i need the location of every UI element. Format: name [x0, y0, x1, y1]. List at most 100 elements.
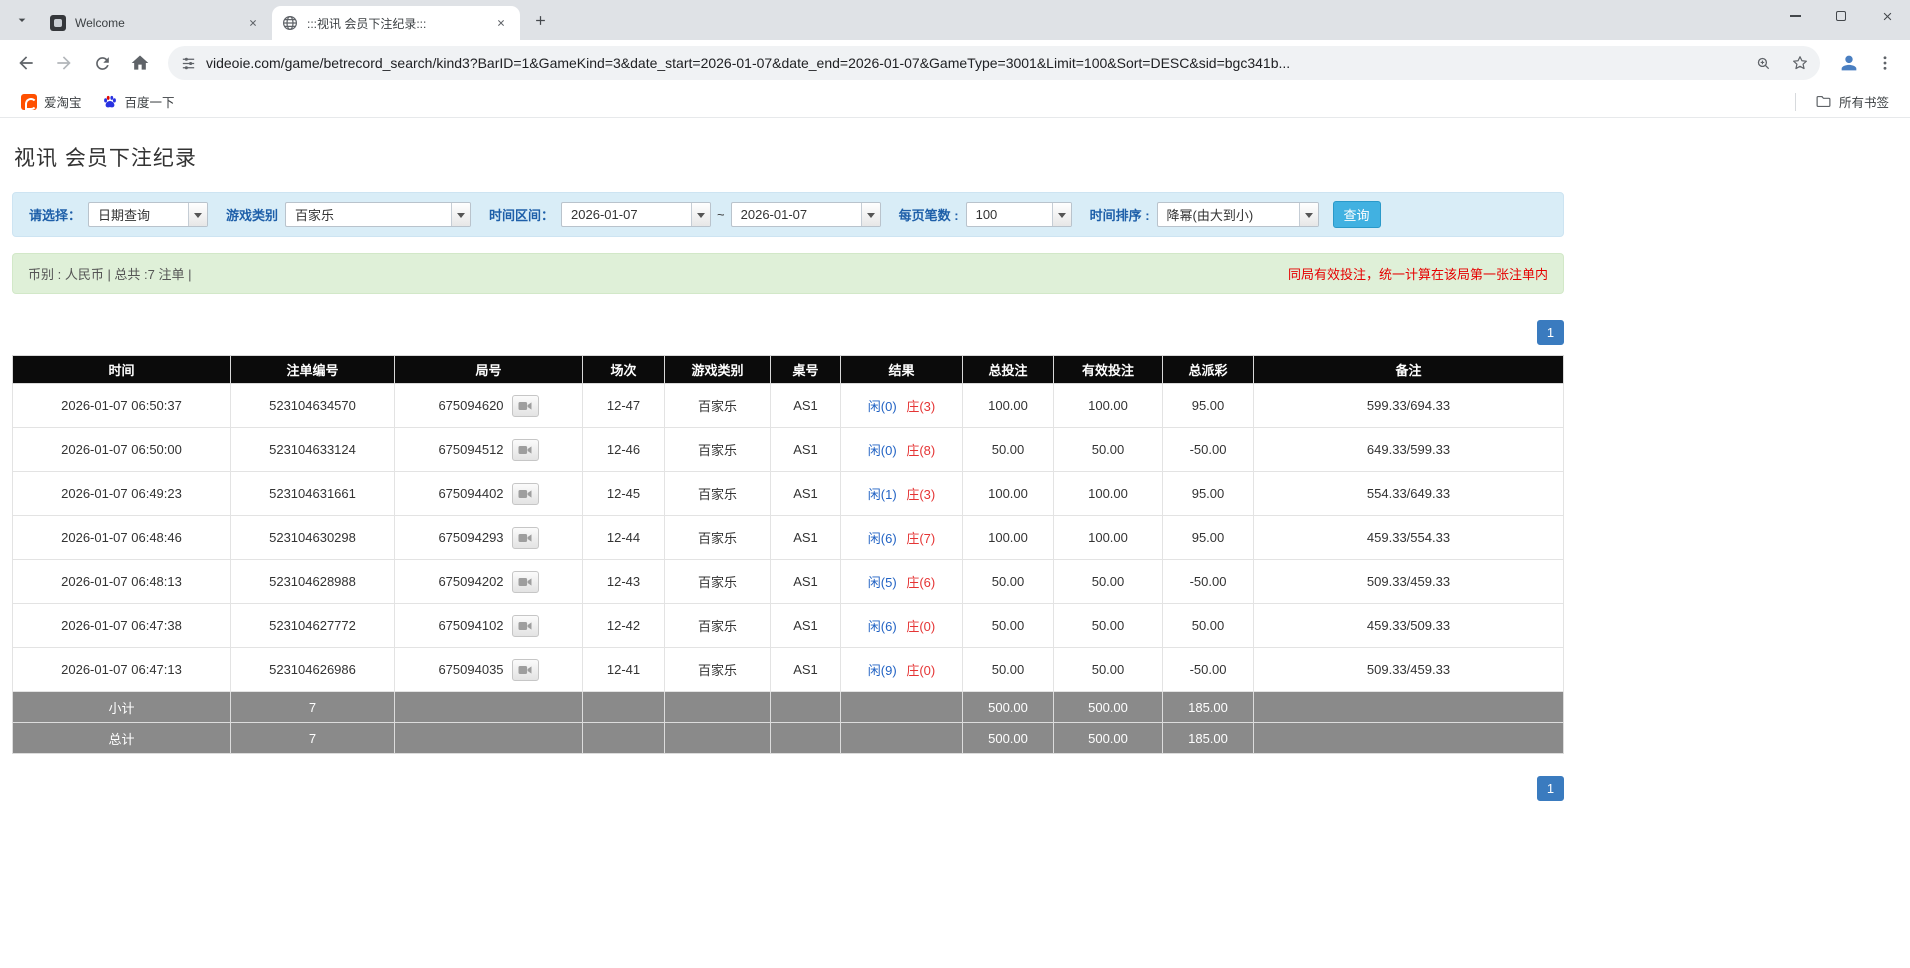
sort-combobox[interactable]: 降幂(由大到小) [1156, 202, 1319, 227]
subtotal-count: 7 [230, 691, 395, 723]
tab-betrecord[interactable]: :::视讯 会员下注纪录::: [272, 6, 520, 40]
tab-close-icon[interactable] [244, 14, 262, 32]
cell-payout: 95.00 [1162, 383, 1254, 428]
cell-valid-bet: 100.00 [1053, 471, 1163, 516]
reload-button[interactable] [84, 45, 120, 81]
address-bar[interactable]: videoie.com/game/betrecord_search/kind3?… [168, 46, 1820, 80]
result-player: 闲(1) [867, 487, 897, 502]
empty-cell [1253, 722, 1564, 754]
cell-result: 闲(5) 庄(6) [840, 559, 963, 604]
video-replay-button[interactable] [511, 570, 539, 593]
total-payout: 185.00 [1162, 722, 1254, 754]
subtotal-payout: 185.00 [1162, 691, 1254, 723]
tab-close-icon[interactable] [492, 14, 510, 32]
bet-records-table: 时间 注单编号 局号 场次 游戏类别 桌号 结果 总投注 有效投注 总派彩 备注… [12, 355, 1564, 754]
profile-button[interactable] [1832, 46, 1866, 80]
query-type-combobox[interactable]: 日期查询 [88, 202, 209, 227]
video-replay-button[interactable] [511, 394, 539, 417]
cell-bet-id: 523104627772 [230, 603, 395, 648]
cell-valid-bet: 50.00 [1053, 427, 1163, 472]
cell-total-bet[interactable]: 50.00 [962, 427, 1054, 472]
page-size-label: 每页笔数 : [898, 208, 959, 223]
taobao-icon [21, 93, 37, 110]
cell-payout: -50.00 [1162, 427, 1254, 472]
cell-round: 675094202 [394, 559, 583, 604]
forward-button[interactable] [46, 45, 82, 81]
page-1-button[interactable]: 1 [1537, 320, 1564, 345]
back-button[interactable] [8, 45, 44, 81]
cell-note: 649.33/599.33 [1253, 427, 1564, 472]
sort-value: 降幂(由大到小) [1166, 208, 1254, 223]
plus-icon [535, 15, 545, 25]
page-size-combobox[interactable]: 100 [965, 202, 1072, 227]
cell-time: 2026-01-07 06:50:00 [12, 427, 231, 472]
home-button[interactable] [122, 45, 158, 81]
minimize-icon [1789, 15, 1801, 17]
url-text[interactable]: videoie.com/game/betrecord_search/kind3?… [206, 55, 1740, 71]
reload-icon [95, 56, 109, 70]
empty-cell [394, 691, 583, 723]
cell-total-bet[interactable]: 100.00 [962, 383, 1054, 428]
cell-time: 2026-01-07 06:47:13 [12, 647, 231, 692]
cell-result: 闲(6) 庄(7) [840, 515, 963, 560]
cell-total-bet[interactable]: 50.00 [962, 603, 1054, 648]
combo-arrow-icon[interactable] [1298, 203, 1318, 226]
cell-total-bet[interactable]: 50.00 [962, 559, 1054, 604]
result-banker: 庄(0) [906, 663, 936, 678]
col-time: 时间 [12, 355, 231, 384]
combo-arrow-icon[interactable] [860, 203, 880, 226]
bookmark-aitaobao[interactable]: 爱淘宝 [12, 89, 91, 114]
date-start-combobox[interactable]: 2026-01-07 [561, 202, 712, 227]
all-bookmarks-button[interactable]: 所有书签 [1806, 89, 1898, 114]
window-close-button[interactable] [1864, 0, 1910, 32]
video-replay-button[interactable] [511, 658, 539, 681]
cell-game-type: 百家乐 [664, 515, 771, 560]
chevron-down-icon [18, 18, 26, 22]
combo-arrow-icon[interactable] [188, 203, 208, 226]
empty-cell [840, 691, 963, 723]
bookmark-baidu[interactable]: 百度一下 [93, 89, 184, 114]
cell-note: 459.33/554.33 [1253, 515, 1564, 560]
page-title: 视讯 会员下注纪录 [14, 147, 197, 170]
round-id: 675094102 [438, 618, 504, 633]
video-replay-button[interactable] [511, 482, 539, 505]
tab-search-button[interactable] [8, 6, 36, 34]
cell-session: 12-46 [582, 427, 665, 472]
video-icon [518, 445, 532, 454]
cell-total-bet[interactable]: 100.00 [962, 515, 1054, 560]
video-replay-button[interactable] [511, 438, 539, 461]
table-body: 2026-01-07 06:50:37 523104634570 6750946… [12, 383, 1564, 692]
page-1-button[interactable]: 1 [1537, 776, 1564, 801]
game-type-value: 百家乐 [295, 208, 335, 223]
sort-label: 时间排序 : [1089, 208, 1150, 223]
cell-total-bet[interactable]: 50.00 [962, 647, 1054, 692]
combo-arrow-icon[interactable] [691, 203, 711, 226]
zoom-button[interactable] [1749, 49, 1777, 77]
cell-result: 闲(1) 庄(3) [840, 471, 963, 516]
maximize-button[interactable] [1818, 0, 1864, 32]
search-button[interactable]: 查询 [1332, 201, 1381, 228]
game-type-combobox[interactable]: 百家乐 [285, 202, 472, 227]
cell-time: 2026-01-07 06:48:13 [12, 559, 231, 604]
video-replay-button[interactable] [511, 614, 539, 637]
minimize-button[interactable] [1772, 0, 1818, 32]
combo-arrow-icon[interactable] [1051, 203, 1071, 226]
video-replay-button[interactable] [511, 526, 539, 549]
bookmark-star-button[interactable] [1786, 49, 1814, 77]
combo-arrow-icon[interactable] [451, 203, 471, 226]
date-end-combobox[interactable]: 2026-01-07 [730, 202, 881, 227]
new-tab-button[interactable] [526, 6, 554, 34]
video-icon [518, 577, 532, 586]
tab-welcome[interactable]: Welcome [40, 6, 272, 40]
cell-session: 12-42 [582, 603, 665, 648]
maximize-icon [1836, 11, 1846, 21]
empty-cell [664, 691, 771, 723]
cell-total-bet[interactable]: 100.00 [962, 471, 1054, 516]
result-banker: 庄(3) [906, 399, 936, 414]
result-banker: 庄(6) [906, 575, 936, 590]
cell-time: 2026-01-07 06:50:37 [12, 383, 231, 428]
empty-cell [770, 691, 841, 723]
bookmark-label: 百度一下 [124, 96, 175, 110]
menu-kebab-button[interactable] [1868, 46, 1902, 80]
cell-round: 675094512 [394, 427, 583, 472]
